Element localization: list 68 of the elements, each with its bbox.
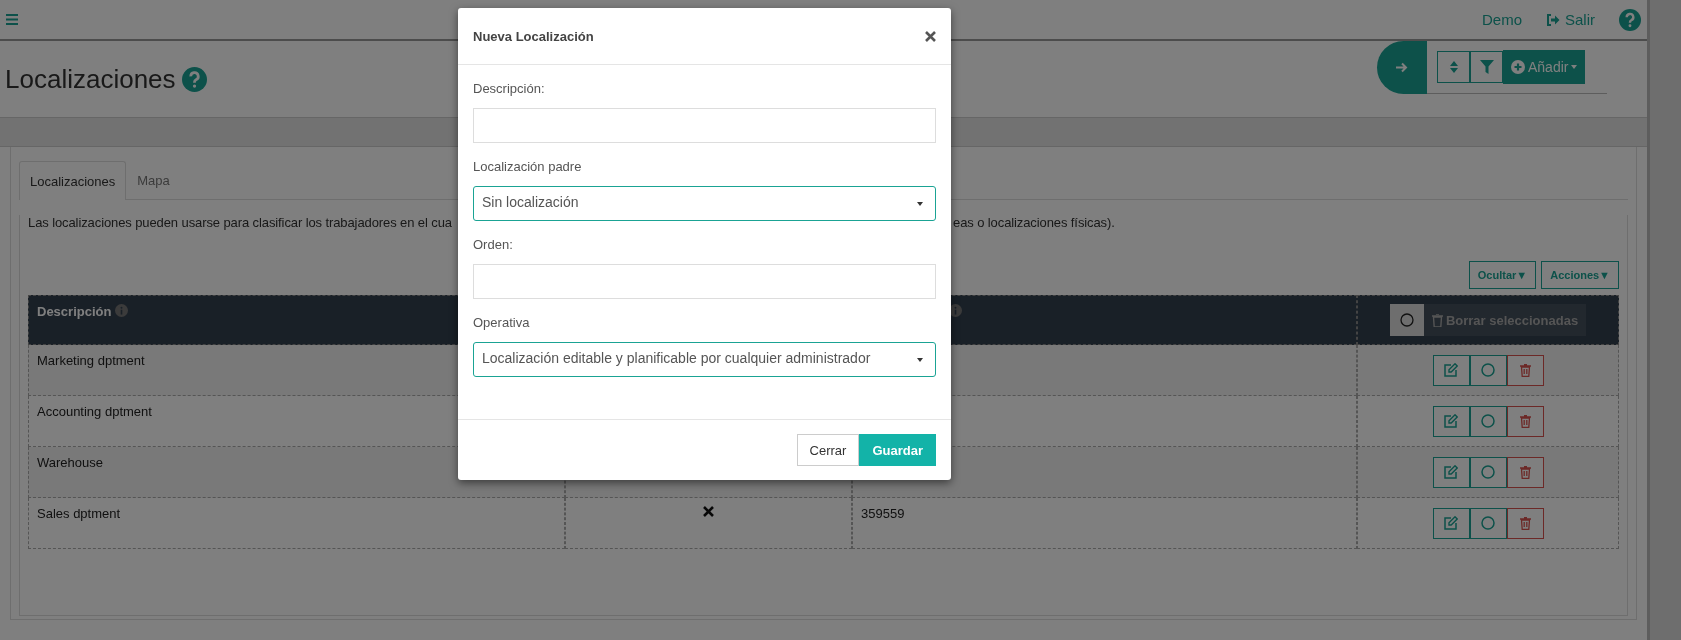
field-label: Localización padre [473,159,583,174]
logout-link[interactable]: Salir [1546,11,1595,28]
circle-icon [1399,313,1414,327]
delete-button[interactable] [1506,354,1544,386]
edit-button[interactable] [1432,456,1470,488]
trash-icon [1519,363,1531,377]
caret-icon [917,358,923,362]
menu-icon [6,14,18,25]
sign-out-icon [1546,13,1560,26]
select-button[interactable] [1469,354,1507,386]
save-button[interactable]: Guardar [859,434,936,466]
help-icon [181,66,207,92]
edit-icon [1444,465,1458,479]
sort-button[interactable] [1437,51,1470,83]
delete-button[interactable] [1506,456,1544,488]
select-field[interactable]: Localización editable y planificable por cualquier administrador [473,342,936,377]
modal-title: Nueva Localización [473,28,594,44]
select-button[interactable] [1469,507,1507,539]
select-field[interactable]: Sin localización [473,186,936,221]
circle-icon [1481,414,1495,428]
circle-icon [1481,516,1495,530]
field-label: Orden: [473,237,514,252]
trash-icon [1519,465,1531,479]
edit-button[interactable] [1432,507,1470,539]
filter-button[interactable] [1470,51,1503,83]
add-button[interactable]: Añadir [1503,50,1586,84]
table-cell: 359559 [852,498,1357,549]
sort-icon [1449,61,1458,73]
plus-circle-icon [1511,60,1525,74]
filter-icon [1479,60,1494,74]
input-field[interactable] [473,264,936,299]
page-title: Localizaciones [5,66,176,92]
edit-button[interactable] [1432,405,1470,437]
x-mark-icon [703,506,714,517]
close-icon [925,30,936,42]
expand-button[interactable] [1377,41,1427,94]
trash-icon [1519,414,1531,428]
trash-icon [1431,313,1443,327]
edit-icon [1444,414,1458,428]
description-text: eas o localizaciones físicas). [953,215,1116,232]
delete-button[interactable] [1506,405,1544,437]
circle-icon [1481,363,1495,377]
help-icon [1619,8,1641,31]
description-text: Las localizaciones pueden usarse para clasificar los trabajadores en el cua [28,215,453,232]
tab[interactable]: Localizaciones [19,161,127,200]
dropdown-button[interactable]: Acciones▼ [1541,261,1619,289]
caret-icon [1571,65,1578,69]
input-field[interactable] [473,108,936,143]
arrow-right-icon [1396,62,1408,73]
field-label: Operativa [473,315,531,330]
select-button[interactable] [1469,405,1507,437]
edit-icon [1444,516,1458,530]
dropdown-button[interactable]: Ocultar▼ [1468,261,1537,289]
edit-button[interactable] [1432,354,1470,386]
tab[interactable]: Mapa [126,161,181,199]
edit-icon [1444,363,1458,377]
select-button[interactable] [1469,456,1507,488]
field-label: Descripción: [473,81,546,96]
close-button[interactable] [925,30,936,42]
table-cell: Sales dptment [28,498,565,549]
trash-icon [1519,516,1531,530]
circle-icon [1481,465,1495,479]
delete-button[interactable] [1506,507,1544,539]
info-icon [115,304,129,317]
user-link[interactable]: Demo [1481,11,1522,28]
cancel-button[interactable]: Cerrar [796,434,860,466]
caret-icon [917,202,923,206]
select-all-button[interactable] [1389,304,1424,336]
